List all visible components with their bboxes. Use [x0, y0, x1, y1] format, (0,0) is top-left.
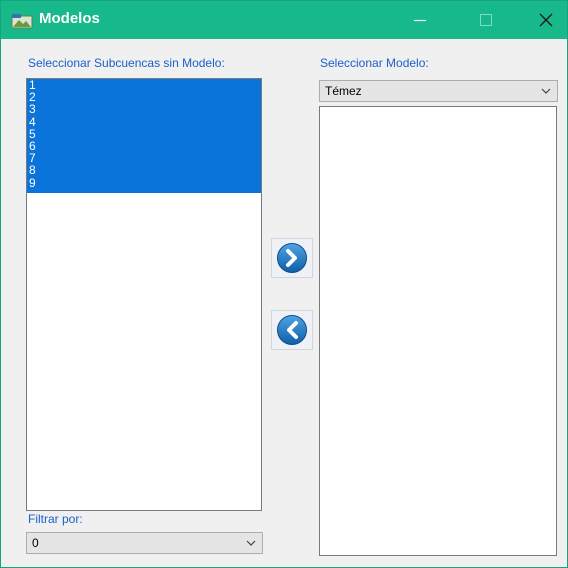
chevron-down-icon [541, 88, 551, 94]
close-icon [539, 13, 553, 27]
filtrar-selected-value: 0 [32, 536, 39, 550]
list-item[interactable]: 8 [27, 164, 261, 177]
list-item[interactable]: 7 [27, 152, 261, 165]
filtrar-label: Filtrar por: [28, 512, 83, 526]
modelo-selected-value: Témez [325, 84, 362, 98]
list-item[interactable]: 5 [27, 128, 261, 140]
app-window-icon [11, 14, 33, 29]
list-item[interactable]: 6 [27, 140, 261, 153]
modelo-combobox[interactable]: Témez [319, 80, 558, 102]
filtrar-combobox[interactable]: 0 [26, 532, 263, 554]
chevron-down-icon [246, 540, 256, 546]
maximize-button[interactable] [463, 1, 509, 39]
list-item[interactable]: 1 [27, 79, 261, 92]
close-button[interactable] [523, 1, 567, 39]
maximize-icon [480, 14, 492, 26]
add-to-model-button[interactable] [271, 238, 313, 278]
subcuencas-label: Seleccionar Subcuencas sin Modelo: [28, 56, 225, 70]
list-item[interactable]: 3 [27, 103, 261, 116]
chevron-left-circle-icon [277, 315, 307, 345]
modelo-listbox[interactable] [319, 106, 557, 556]
minimize-icon [414, 19, 426, 22]
window-title: Modelos [39, 10, 100, 27]
title-bar[interactable]: Modelos [1, 1, 567, 39]
remove-from-model-button[interactable] [271, 310, 313, 350]
list-item[interactable]: 2 [27, 91, 261, 104]
chevron-right-circle-icon [277, 243, 307, 273]
list-item[interactable]: 4 [27, 115, 261, 128]
subcuencas-listbox[interactable]: 1 2 3 4 5 6 7 8 9 [26, 78, 262, 511]
list-item[interactable]: 9 [27, 176, 261, 193]
minimize-button[interactable] [397, 1, 443, 39]
modelos-window: Modelos Seleccionar Subcuencas sin Model… [0, 0, 568, 568]
modelo-label: Seleccionar Modelo: [320, 56, 429, 70]
